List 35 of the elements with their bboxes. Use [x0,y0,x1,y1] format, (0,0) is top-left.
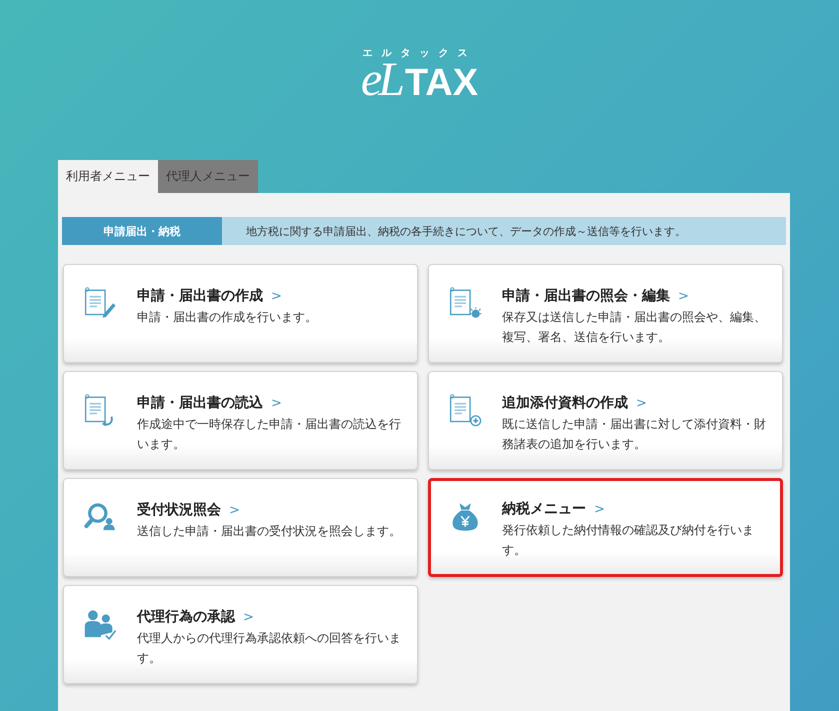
card-title: 申請・届出書の照会・編集 [502,287,670,305]
chevron-icon: > [271,396,282,410]
card-title: 申請・届出書の読込 [137,394,263,412]
menu-tab[interactable]: 利用者メニュー [58,160,158,193]
section-description: 地方税に関する申請届出、納税の各手続きについて、データの作成～送信等を行います。 [245,224,686,240]
card-description: 既に送信した申請・届出書に対して添付資料・財務諸表の追加を行います。 [502,416,767,453]
chevron-icon: > [594,502,605,516]
menu-card[interactable]: 追加添付資料の作成 > 既に送信した申請・届出書に対して添付資料・財務諸表の追加を行います。 [428,371,783,470]
card-title: 受付状況照会 [137,501,221,519]
card-description: 発行依頼した納付情報の確認及び納付を行います。 [502,522,755,559]
chevron-icon: > [243,610,254,624]
card-description: 代理人からの代理行為承認依頼への回答を行います。 [137,630,402,667]
logo: エルタックス eLTAX [360,48,480,103]
card-title: 代理行為の承認 [137,608,235,626]
menu-card[interactable]: 代理行為の承認 > 代理人からの代理行為承認依頼への回答を行います。 [63,585,418,684]
menu-card[interactable]: 申請・届出書の読込 > 作成途中で一時保存した申請・届出書の読込を行います。 [63,371,418,470]
card-description: 送信した申請・届出書の受付状況を照会します。 [137,523,402,540]
section-label: 申請届出・納税 [62,217,222,245]
card-title: 納税メニュー [502,500,586,518]
menu-card[interactable]: 申請・届出書の作成 > 申請・届出書の作成を行います。 [63,264,418,363]
people-check-icon [84,608,118,642]
chevron-icon: > [271,288,282,304]
card-description: 保存又は送信した申請・届出書の照会や、編集、複写、署名、送信を行います。 [502,309,767,346]
chevron-icon: > [229,502,240,518]
plus-document-icon [449,394,483,428]
menu-card[interactable]: 受付状況照会 > 送信した申請・届出書の受付状況を照会します。 [63,478,418,577]
card-title: 追加添付資料の作成 [502,394,628,412]
card-description: 作成途中で一時保存した申請・届出書の読込を行います。 [137,416,402,453]
eye-document-icon [449,287,483,321]
chevron-icon: > [636,396,647,410]
card-title: 申請・届出書の作成 [137,287,263,305]
menu-card[interactable]: 納税メニュー > 発行依頼した納付情報の確認及び納付を行います。 [428,478,783,577]
card-description: 申請・届出書の作成を行います。 [137,309,318,326]
chevron-icon: > [678,288,689,304]
menu-card[interactable]: 申請・届出書の照会・編集 > 保存又は送信した申請・届出書の照会や、編集、複写、署名、送信を行います。 [428,264,783,363]
